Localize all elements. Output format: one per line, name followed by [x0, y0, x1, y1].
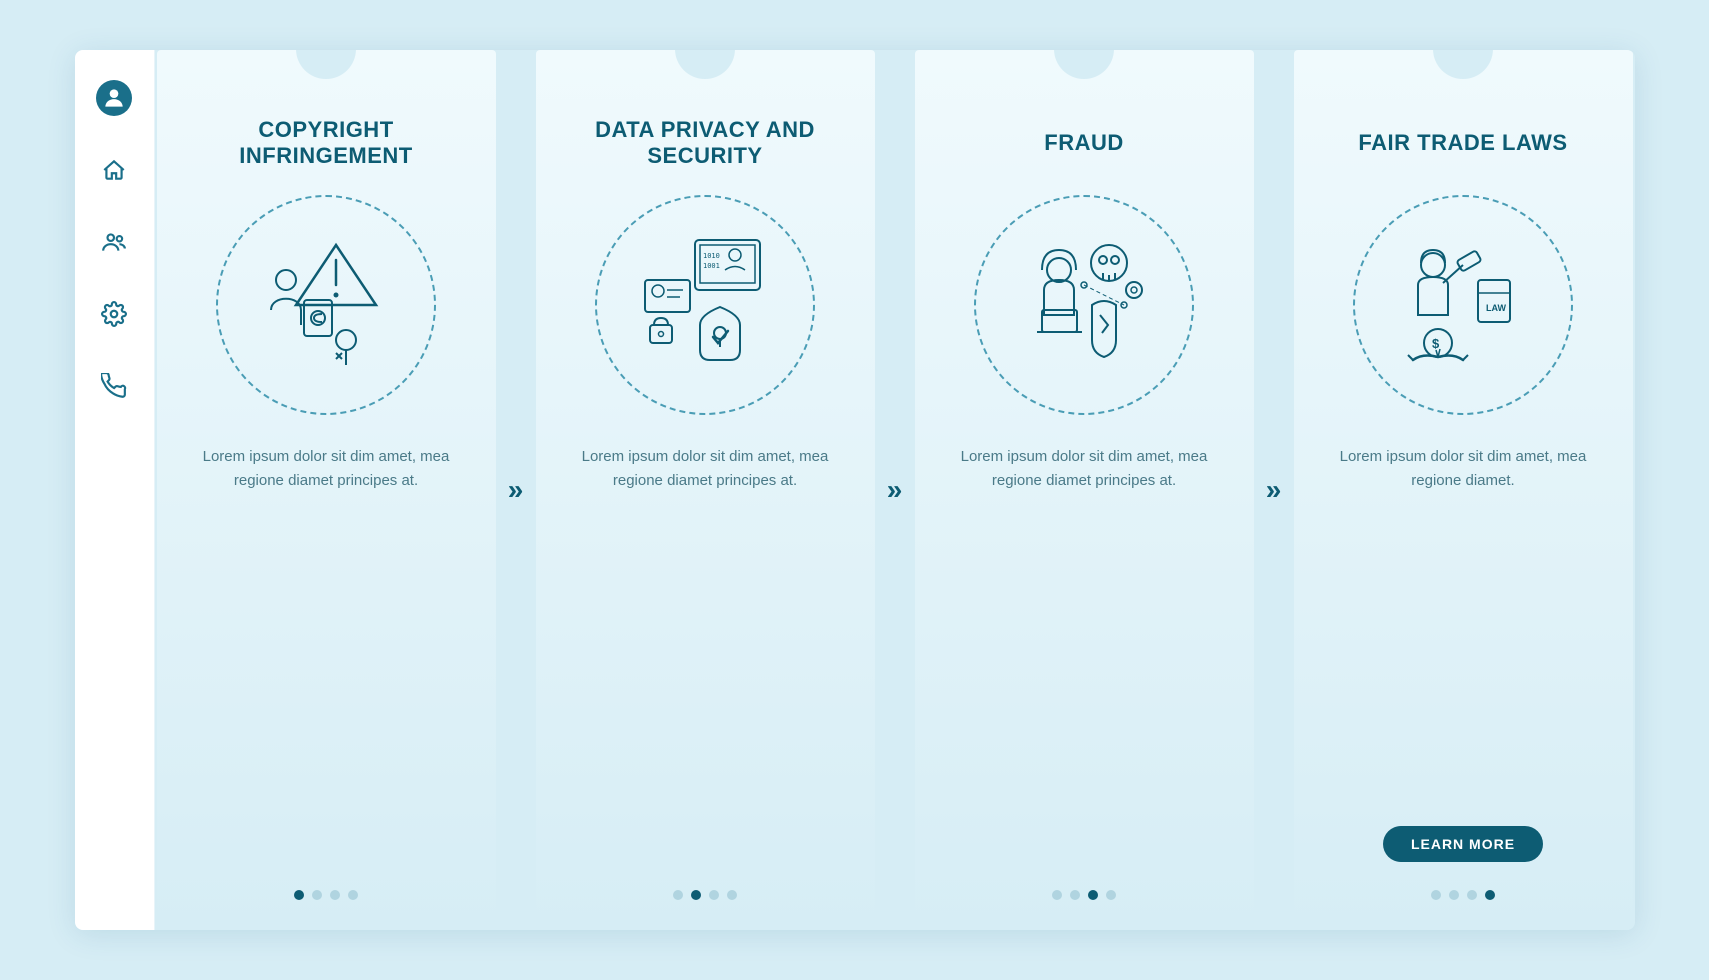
- dot-1[interactable]: [1431, 890, 1441, 900]
- learn-more-button[interactable]: LEARN MORE: [1383, 826, 1543, 862]
- card-fraud-description: Lorem ipsum dolor sit dim amet, mea regi…: [945, 445, 1224, 870]
- dot-2[interactable]: [1070, 890, 1080, 900]
- sidebar-icon-user[interactable]: [96, 80, 132, 116]
- svg-text:$: $: [1432, 336, 1440, 351]
- dot-3[interactable]: [1088, 890, 1098, 900]
- card-fraud-illustration: [974, 195, 1194, 415]
- card-data-privacy-description: Lorem ipsum dolor sit dim amet, mea regi…: [566, 445, 845, 870]
- dot-2[interactable]: [1449, 890, 1459, 900]
- card-data-privacy-dots: [673, 890, 737, 900]
- card-copyright-description: Lorem ipsum dolor sit dim amet, mea regi…: [187, 445, 466, 870]
- card-copyright-dots: [294, 890, 358, 900]
- dot-4[interactable]: [1485, 890, 1495, 900]
- card-copyright-illustration: [216, 195, 436, 415]
- card-data-privacy-illustration: 1010 1001: [595, 195, 815, 415]
- sidebar-icon-group[interactable]: [96, 224, 132, 260]
- chevron-1: »: [496, 50, 536, 930]
- dot-1[interactable]: [673, 890, 683, 900]
- main-container: COPYRIGHT INFRINGEMENT: [75, 50, 1635, 930]
- card-fraud: FRAUD: [915, 50, 1254, 930]
- card-fair-trade: FAIR TRADE LAWS LAW: [1294, 50, 1633, 930]
- dot-1[interactable]: [294, 890, 304, 900]
- svg-text:1010: 1010: [703, 252, 720, 260]
- dot-3[interactable]: [330, 890, 340, 900]
- card-data-privacy: DATA PRIVACY AND SECURITY 1010 1001: [536, 50, 875, 930]
- dot-4[interactable]: [1106, 890, 1116, 900]
- dot-2[interactable]: [691, 890, 701, 900]
- dot-3[interactable]: [1467, 890, 1477, 900]
- chevron-3: »: [1254, 50, 1294, 930]
- card-fair-trade-dots: [1431, 890, 1495, 900]
- card-fair-trade-illustration: LAW $: [1353, 195, 1573, 415]
- dot-4[interactable]: [727, 890, 737, 900]
- dot-2[interactable]: [312, 890, 322, 900]
- card-copyright-title: COPYRIGHT INFRINGEMENT: [187, 110, 466, 175]
- card-data-privacy-title: DATA PRIVACY AND SECURITY: [566, 110, 845, 175]
- cards-container: COPYRIGHT INFRINGEMENT: [155, 50, 1635, 930]
- svg-text:LAW: LAW: [1486, 303, 1507, 313]
- sidebar-icon-home[interactable]: [96, 152, 132, 188]
- sidebar-icon-settings[interactable]: [96, 296, 132, 332]
- sidebar: [75, 50, 155, 930]
- svg-text:1001: 1001: [703, 262, 720, 270]
- card-copyright: COPYRIGHT INFRINGEMENT: [157, 50, 496, 930]
- card-fraud-dots: [1052, 890, 1116, 900]
- card-fair-trade-title: FAIR TRADE LAWS: [1358, 110, 1567, 175]
- sidebar-icon-phone[interactable]: [96, 368, 132, 404]
- dot-3[interactable]: [709, 890, 719, 900]
- dot-4[interactable]: [348, 890, 358, 900]
- chevron-2: »: [875, 50, 915, 930]
- card-fair-trade-description: Lorem ipsum dolor sit dim amet, mea regi…: [1324, 445, 1603, 814]
- card-fraud-title: FRAUD: [1044, 110, 1124, 175]
- dot-1[interactable]: [1052, 890, 1062, 900]
